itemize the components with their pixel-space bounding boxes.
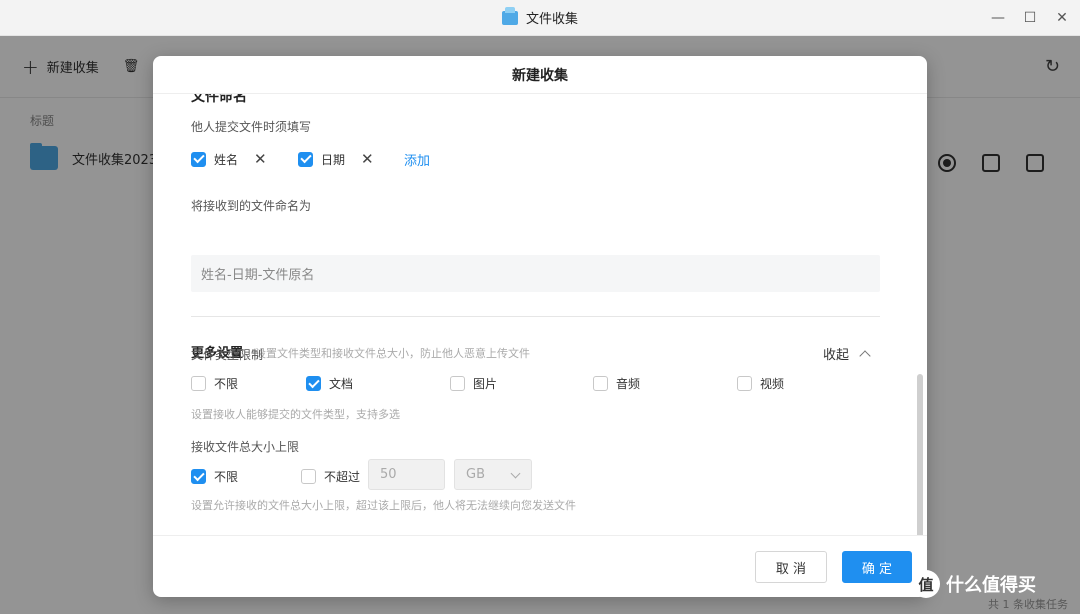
size-option-unlimited[interactable]: 不限 — [191, 468, 238, 485]
new-collection-dialog: 新建收集 文件命名 他人提交文件时须填写 姓名 ✕ 日期 ✕ 添加 将接收到的文… — [153, 56, 927, 597]
required-field-date-label: 日期 — [321, 152, 346, 167]
size-option-label: 不限 — [214, 470, 239, 484]
checkbox-date[interactable] — [298, 151, 313, 167]
dialog-body: 文件命名 他人提交文件时须填写 姓名 ✕ 日期 ✕ 添加 将接收到的文件命名为 … — [153, 94, 927, 535]
window-controls: — ☐ ✕ — [990, 0, 1070, 36]
type-option-label: 不限 — [214, 377, 239, 391]
file-type-label: 文件类型限制 — [191, 348, 264, 362]
checkbox-size-max[interactable] — [301, 469, 316, 484]
close-icon[interactable]: ✕ — [1054, 10, 1070, 26]
required-field-name-label: 姓名 — [214, 152, 239, 167]
required-fields-label: 他人提交文件时须填写 — [191, 120, 312, 134]
size-option-max[interactable]: 不超过 — [301, 468, 360, 485]
checkbox-type-audio[interactable] — [593, 376, 608, 391]
rename-input[interactable]: 姓名-日期-文件原名 — [191, 255, 880, 292]
size-unit-select[interactable]: GB — [454, 459, 532, 490]
collapse-toggle[interactable]: 收起 — [823, 344, 871, 363]
size-unit-value: GB — [466, 467, 485, 482]
more-settings-desc: 设置文件类型和接收文件总大小，防止他人恶意上传文件 — [255, 347, 530, 360]
checkbox-size-unlimited[interactable] — [191, 469, 206, 484]
remove-icon[interactable]: ✕ — [254, 150, 267, 168]
required-field-date[interactable]: 日期 ✕ — [298, 150, 374, 168]
rename-label: 将接收到的文件命名为 — [191, 199, 312, 213]
dialog-footer: 取 消 确 定 — [153, 535, 927, 597]
title-bar: 文件收集 — ☐ ✕ — [0, 0, 1080, 36]
checkbox-type-document[interactable] — [306, 376, 321, 391]
collapse-label: 收起 — [823, 348, 850, 363]
cancel-button[interactable]: 取 消 — [755, 551, 827, 583]
confirm-button[interactable]: 确 定 — [842, 551, 912, 583]
size-option-label: 不超过 — [324, 470, 361, 484]
watermark: 值 什么值得买 — [912, 570, 1036, 598]
checkbox-type-image[interactable] — [450, 376, 465, 391]
type-option-document[interactable]: 文档 — [306, 375, 353, 392]
type-option-label: 图片 — [473, 377, 498, 391]
size-limit-hint: 设置允许接收的文件总大小上限，超过该上限后，他人将无法继续向您发送文件 — [191, 499, 576, 512]
type-option-label: 文档 — [329, 377, 354, 391]
divider — [191, 316, 880, 317]
minimize-icon[interactable]: — — [990, 10, 1006, 26]
type-option-audio[interactable]: 音频 — [593, 375, 640, 392]
type-option-image[interactable]: 图片 — [450, 375, 497, 392]
maximize-icon[interactable]: ☐ — [1022, 10, 1038, 26]
watermark-text: 什么值得买 — [946, 575, 1036, 596]
add-field-link[interactable]: 添加 — [404, 150, 430, 169]
chevron-down-icon — [510, 468, 521, 479]
section-heading-cut: 文件命名 — [191, 94, 247, 105]
size-limit-label: 接收文件总大小上限 — [191, 440, 300, 454]
size-value-input[interactable]: 50 — [368, 459, 445, 490]
checkbox-type-video[interactable] — [737, 376, 752, 391]
dialog-title: 新建收集 — [153, 56, 927, 94]
remove-icon[interactable]: ✕ — [361, 150, 374, 168]
type-option-label: 视频 — [760, 377, 785, 391]
type-option-label: 音频 — [616, 377, 641, 391]
file-type-hint: 设置接收人能够提交的文件类型，支持多选 — [191, 408, 400, 421]
dialog-scrollbar[interactable] — [917, 374, 923, 535]
checkbox-name[interactable] — [191, 151, 206, 167]
window-title: 文件收集 — [525, 12, 578, 27]
app-icon — [501, 6, 518, 25]
checkbox-type-any[interactable] — [191, 376, 206, 391]
type-option-video[interactable]: 视频 — [737, 375, 784, 392]
required-field-name[interactable]: 姓名 ✕ — [191, 150, 267, 168]
type-option-any[interactable]: 不限 — [191, 375, 238, 392]
app-title: 文件收集 — [501, 6, 578, 27]
watermark-badge: 值 — [912, 570, 940, 598]
chevron-up-icon — [859, 349, 871, 362]
